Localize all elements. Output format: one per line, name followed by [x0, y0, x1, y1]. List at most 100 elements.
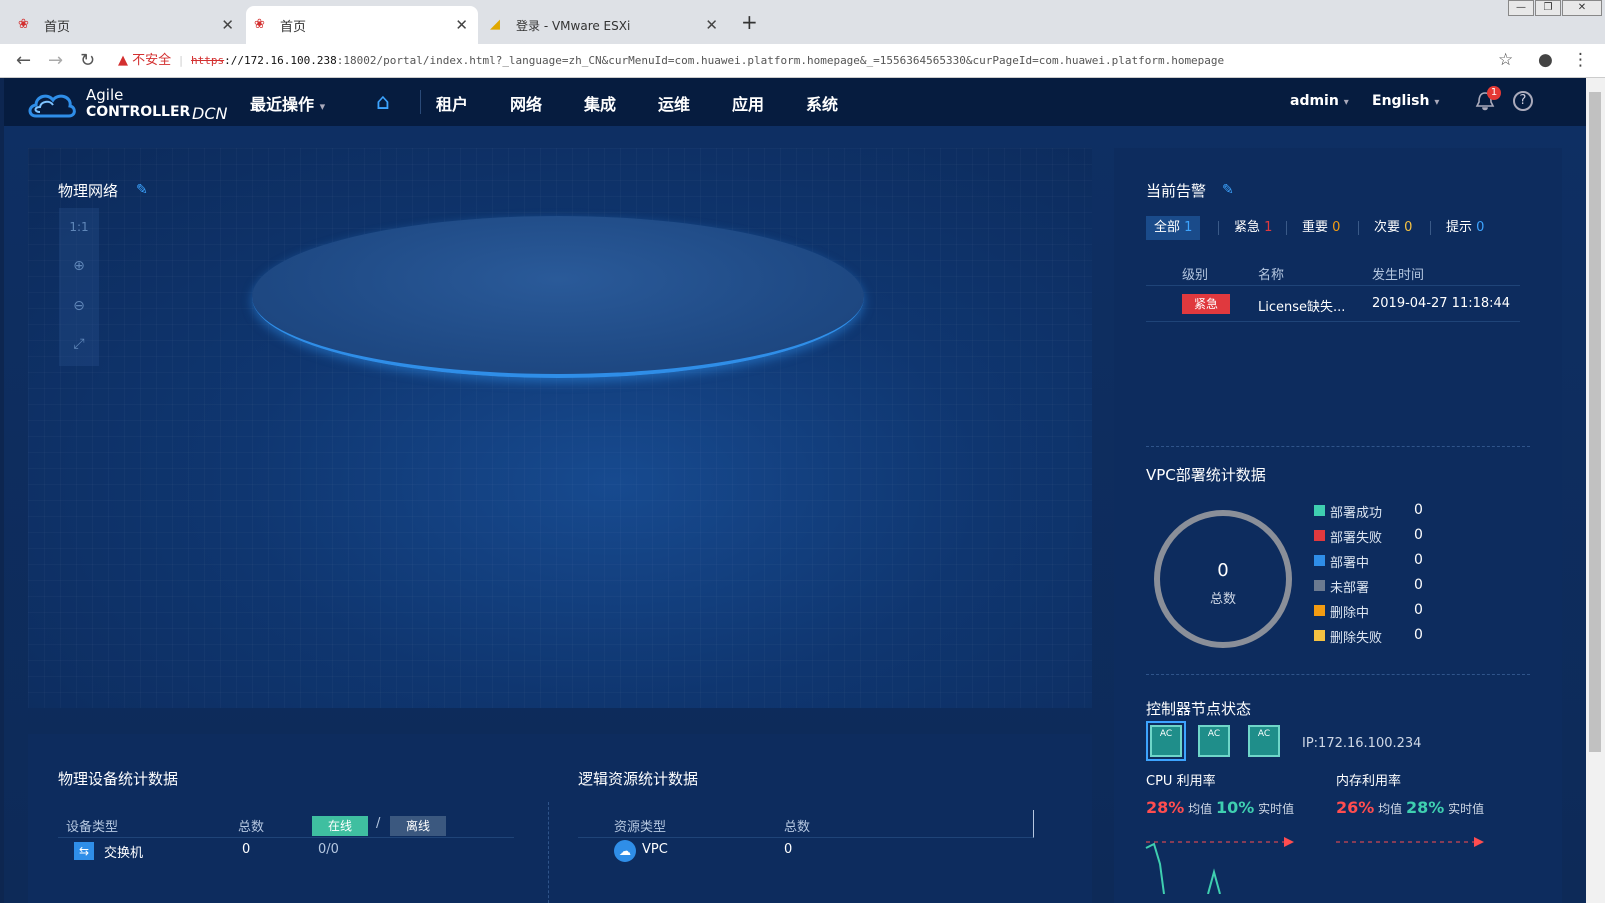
- filter-label: 提示: [1446, 220, 1473, 235]
- cpu-avg-value: 28%: [1146, 798, 1185, 817]
- filter-label: 重要: [1302, 220, 1329, 235]
- browser-menu-icon[interactable]: ⋮: [1572, 50, 1589, 70]
- physical-network-panel: 物理网络 ✎ 1:1 ⊕ ⊖ ⤢: [28, 148, 1092, 708]
- device-total: 0: [242, 842, 251, 857]
- col-time: 发生时间: [1372, 268, 1425, 283]
- filter-label: 次要: [1374, 220, 1401, 235]
- back-icon[interactable]: ←: [16, 50, 31, 71]
- filter-slash: /: [376, 816, 381, 831]
- mem-now-value: 28%: [1405, 798, 1445, 817]
- close-tab-icon[interactable]: ✕: [705, 16, 718, 34]
- col-total: 总数: [784, 820, 811, 835]
- browser-tab-3[interactable]: ◢ 登录 - VMware ESXi ✕: [482, 6, 728, 44]
- menu-integration[interactable]: 集成: [584, 91, 616, 115]
- avg-label: 均值: [1188, 802, 1213, 816]
- profile-icon[interactable]: ●: [1538, 50, 1553, 70]
- close-tab-icon[interactable]: ✕: [221, 16, 234, 34]
- alarm-level-badge: 紧急: [1182, 294, 1230, 314]
- warning-icon: ▲: [118, 53, 133, 68]
- col-level: 级别: [1182, 268, 1209, 283]
- alarm-name[interactable]: License缺失...: [1258, 296, 1345, 315]
- logical-resource-stats-title: 逻辑资源统计数据: [578, 770, 699, 788]
- online-filter-pill[interactable]: 在线: [312, 816, 368, 836]
- vmware-favicon-icon: ◢: [490, 17, 500, 32]
- reload-icon[interactable]: ↻: [80, 50, 95, 71]
- legend-label: 部署成功: [1330, 506, 1383, 521]
- section-divider: [1146, 674, 1530, 675]
- user-menu[interactable]: admin ▾: [1290, 93, 1349, 109]
- forward-icon[interactable]: →: [48, 50, 63, 71]
- legend-value: 0: [1414, 627, 1423, 643]
- device-online-ratio: 0/0: [318, 842, 339, 857]
- fullscreen-icon[interactable]: ⤢: [59, 336, 99, 352]
- help-icon[interactable]: ?: [1513, 91, 1533, 111]
- language-menu[interactable]: English ▾: [1372, 93, 1439, 109]
- alarm-filter-critical[interactable]: 紧急 1: [1226, 216, 1280, 240]
- new-tab-icon[interactable]: +: [741, 10, 758, 34]
- logo-text-dcn: DCN: [192, 104, 228, 123]
- close-tab-icon[interactable]: ✕: [455, 16, 468, 34]
- legend-value: 0: [1414, 602, 1423, 618]
- controller-node-1-icon[interactable]: AC: [1146, 721, 1186, 761]
- menu-system[interactable]: 系统: [806, 91, 838, 115]
- browser-tab-1[interactable]: ❀ 首页 ✕: [10, 6, 244, 44]
- scrollbar-thumb[interactable]: [1589, 92, 1601, 752]
- url-field[interactable]: ▲ 不安全 | https://172.16.100.238:18002/por…: [118, 49, 1518, 73]
- zoom-ratio-button[interactable]: 1:1: [59, 220, 99, 234]
- restore-window-icon[interactable]: ❐: [1535, 0, 1561, 16]
- menu-ops[interactable]: 运维: [658, 91, 690, 115]
- filter-count: 0: [1332, 220, 1341, 235]
- current-alarms-title: 当前告警: [1146, 182, 1207, 200]
- browser-tab-2-active[interactable]: ❀ 首页 ✕: [246, 6, 478, 44]
- alarm-filter-major[interactable]: 重要 0: [1294, 216, 1348, 240]
- browser-tab-bar: ❀ 首页 ✕ ❀ 首页 ✕ ◢ 登录 - VMware ESXi ✕ + — ❐…: [0, 0, 1605, 44]
- minimize-window-icon[interactable]: —: [1508, 0, 1534, 16]
- memory-usage-title: 内存利用率: [1336, 774, 1402, 789]
- legend-value: 0: [1414, 552, 1423, 568]
- close-window-icon[interactable]: ✕: [1562, 0, 1602, 16]
- controller-node-3-icon[interactable]: AC: [1248, 725, 1280, 757]
- edit-pencil-icon[interactable]: ✎: [1222, 182, 1234, 198]
- offline-filter-pill[interactable]: 离线: [390, 816, 446, 836]
- alarm-table-header: 级别 名称 发生时间: [1146, 258, 1520, 286]
- filter-count: 0: [1404, 220, 1413, 235]
- menu-apps[interactable]: 应用: [732, 91, 764, 115]
- col-resource-type: 资源类型: [614, 820, 667, 835]
- cpu-usage-values: 28% 均值 10% 实时值: [1146, 798, 1294, 817]
- alarm-filter-minor[interactable]: 次要 0: [1366, 216, 1420, 240]
- url-path: :18002/portal/index.html?_language=zh_CN…: [336, 54, 1225, 67]
- alarm-panel: 当前告警 ✎ 全部 1 紧急 1 重要 0 次要 0 提示 0 级别 名称 发生…: [1114, 148, 1562, 903]
- edit-pencil-icon[interactable]: ✎: [136, 182, 148, 198]
- zoom-out-icon[interactable]: ⊖: [59, 298, 99, 314]
- zoom-in-icon[interactable]: ⊕: [59, 258, 99, 274]
- url-scheme: https: [191, 54, 225, 67]
- page-scrollbar[interactable]: [1586, 78, 1605, 903]
- menu-tenant[interactable]: 租户: [436, 91, 468, 115]
- filter-divider: [1430, 221, 1431, 235]
- address-bar: ← → ↻ ▲ 不安全 | https://172.16.100.238:180…: [0, 44, 1605, 78]
- chevron-down-icon: ▾: [319, 100, 326, 113]
- legend-label: 未部署: [1330, 581, 1370, 596]
- alarm-filter-all[interactable]: 全部 1: [1146, 216, 1201, 240]
- cpu-usage-title: CPU 利用率: [1146, 774, 1216, 789]
- menu-recent-label: 最近操作: [250, 95, 315, 114]
- avg-label: 均值: [1378, 802, 1403, 816]
- legend-label: 部署失败: [1330, 531, 1383, 546]
- menu-divider: [420, 90, 421, 114]
- logical-table-header: 资源类型 总数: [578, 810, 1034, 838]
- vpc-total-value: 0: [1217, 560, 1229, 581]
- home-icon[interactable]: ⌂: [376, 90, 400, 115]
- filter-divider: [1218, 221, 1219, 235]
- table-row[interactable]: 紧急 License缺失... 2019-04-27 11:18:44: [1146, 288, 1520, 322]
- bookmark-star-icon[interactable]: ☆: [1498, 50, 1513, 70]
- menu-network[interactable]: 网络: [510, 91, 542, 115]
- mem-avg-value: 26%: [1336, 798, 1375, 817]
- stats-panel: 物理设备统计数据 设备类型 总数 在线 / 离线 ⇆ 交换机 0 0/0 逻辑资…: [28, 734, 1092, 903]
- controller-node-2-icon[interactable]: AC: [1198, 725, 1230, 757]
- app-header: Agile CONTROLLER DCN 最近操作 ▾ ⌂ 租户 网络 集成 运…: [4, 78, 1586, 126]
- menu-recent-operations[interactable]: 最近操作 ▾: [250, 91, 325, 115]
- filter-divider: [1358, 221, 1359, 235]
- resource-total: 0: [784, 842, 793, 857]
- col-total: 总数: [238, 820, 265, 835]
- alarm-filter-info[interactable]: 提示 0: [1438, 216, 1492, 240]
